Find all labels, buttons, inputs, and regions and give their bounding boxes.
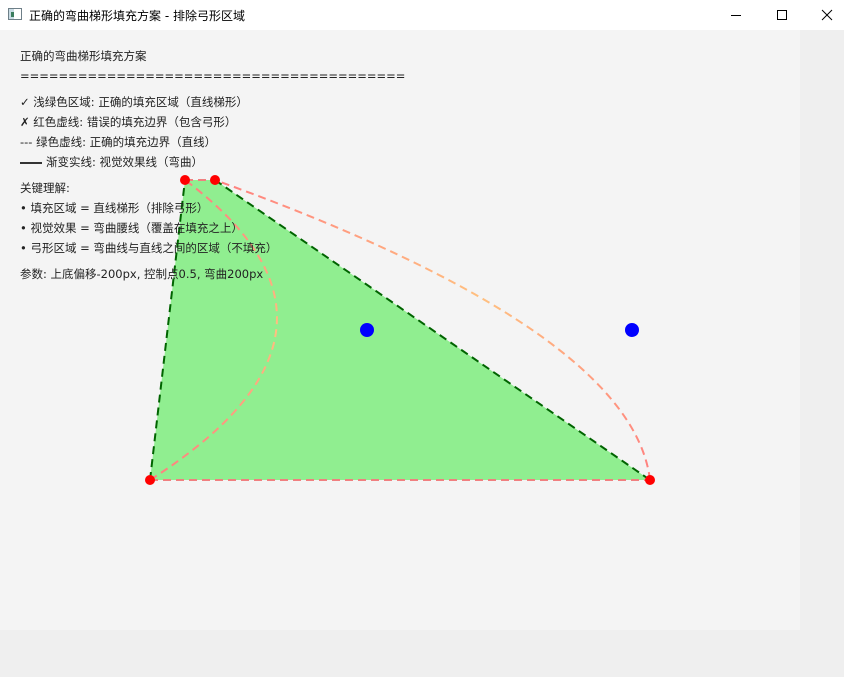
params-text: 参数: 上底偏移-200px, 控制点0.5, 弯曲200px (20, 267, 264, 281)
key-point-visual: • 视觉效果 = 弯曲腰线（覆盖在填充之上） (20, 221, 243, 235)
legend-item-fill: ✓ 浅绿色区域: 正确的填充区域（直线梯形） (20, 95, 248, 109)
close-icon (821, 9, 833, 21)
info-panel: 正确的弯曲梯形填充方案 ============================… (20, 46, 405, 284)
legend-item-red-dashed: ✗ 红色虚线: 错误的填充边界（包含弓形） (20, 115, 237, 129)
control-point-left[interactable] (360, 323, 374, 337)
window-title: 正确的弯曲梯形填充方案 - 排除弓形区域 (29, 9, 245, 23)
legend-item-green-dashed: --- 绿色虚线: 正确的填充边界（直线） (20, 135, 217, 149)
legend-item-gradient-label: 渐变实线: 视觉效果线（弯曲） (46, 155, 204, 169)
maximize-button[interactable] (759, 0, 805, 30)
key-point-fill: • 填充区域 = 直线梯形（排除弓形） (20, 201, 209, 215)
maximize-icon (777, 10, 787, 20)
vertex-bottom-left[interactable] (145, 475, 155, 485)
app-window-icon (8, 8, 22, 20)
solid-line-icon (20, 161, 42, 164)
drawing-canvas[interactable]: 正确的弯曲梯形填充方案 ============================… (0, 30, 800, 630)
key-point-segment: • 弓形区域 = 弯曲线与直线之间的区域（不填充） (20, 241, 278, 255)
title-bar[interactable]: 正确的弯曲梯形填充方案 - 排除弓形区域 (0, 0, 844, 30)
vertex-bottom-right[interactable] (645, 475, 655, 485)
control-point-right[interactable] (625, 323, 639, 337)
info-separator: ======================================== (20, 69, 406, 83)
minimize-icon (731, 15, 741, 16)
close-button[interactable] (804, 0, 844, 30)
minimize-button[interactable] (713, 0, 759, 30)
app-window: 正确的弯曲梯形填充方案 - 排除弓形区域 正确的弯曲梯形填充方案 =======… (0, 0, 844, 677)
legend-item-gradient: 渐变实线: 视觉效果线（弯曲） (20, 152, 405, 172)
info-heading: 正确的弯曲梯形填充方案 (20, 49, 147, 63)
key-heading: 关键理解: (20, 181, 70, 195)
